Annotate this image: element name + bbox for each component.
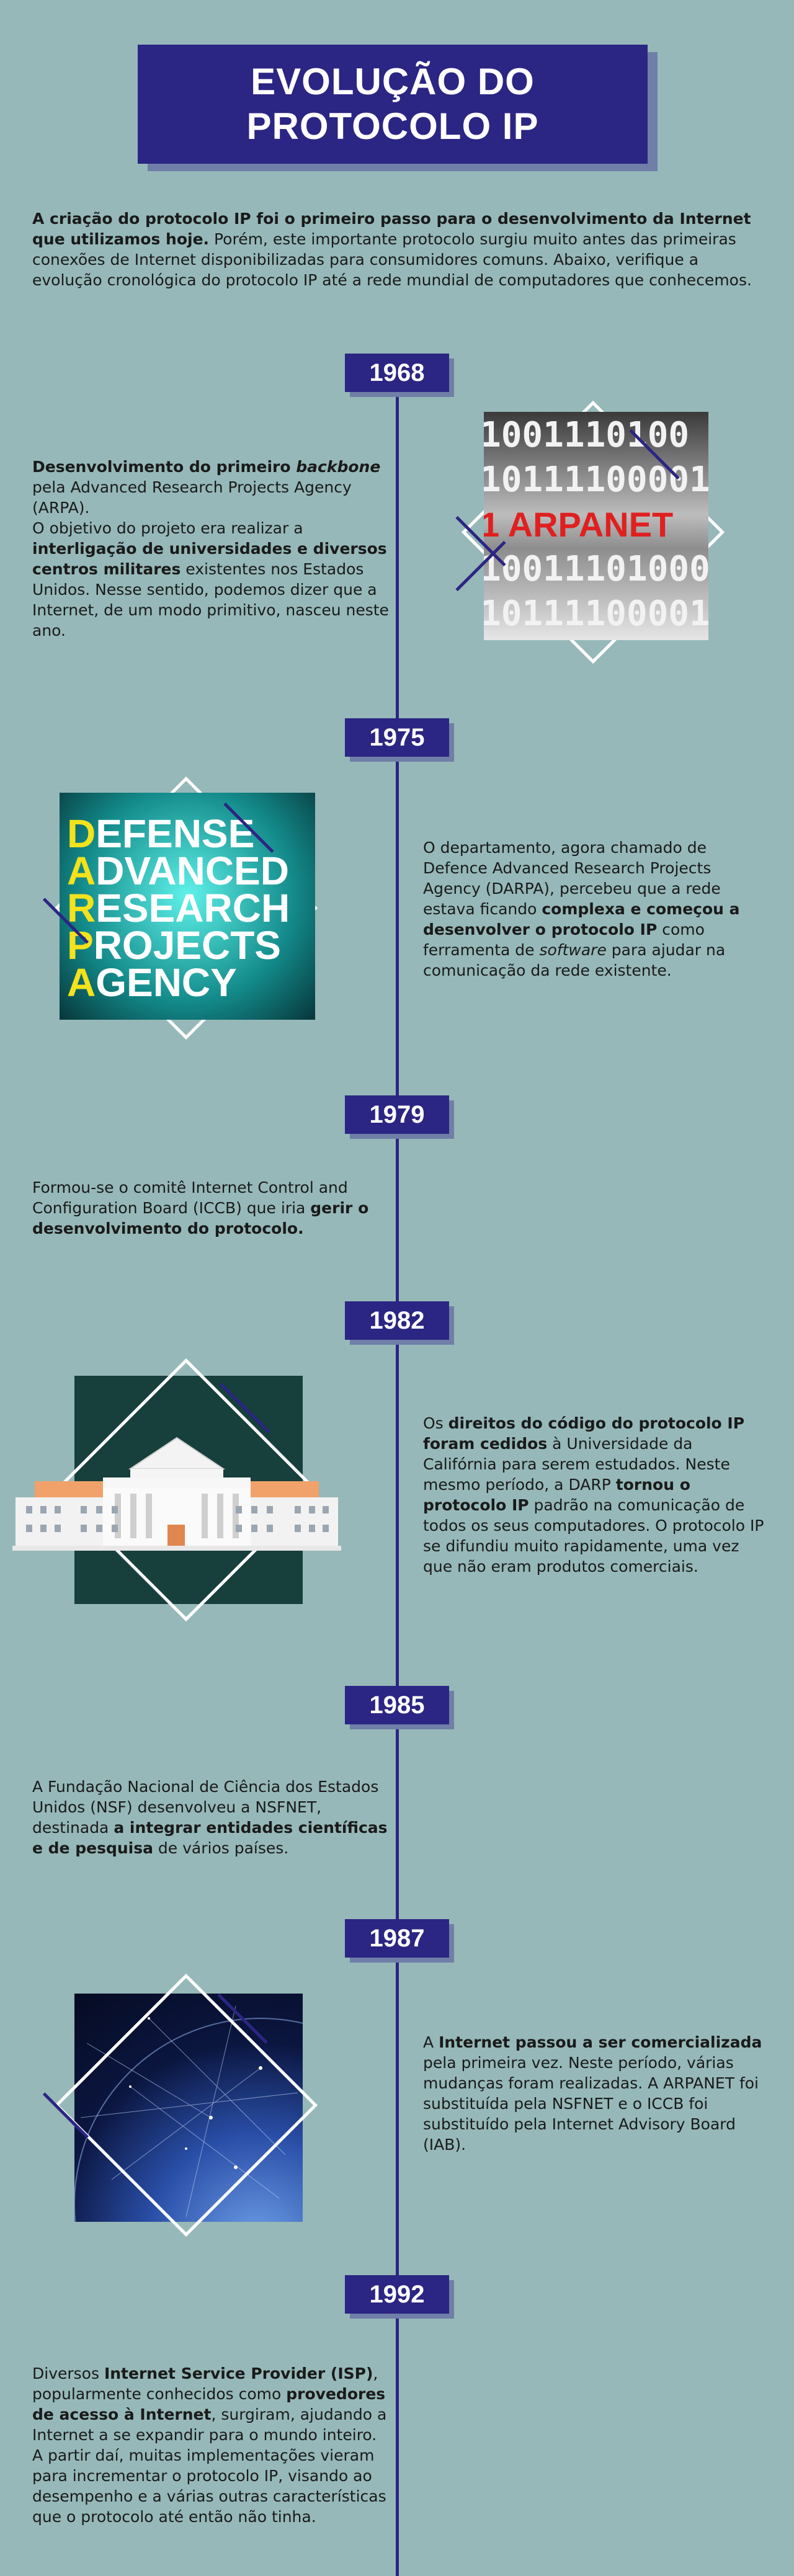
intro-paragraph: A criação do protocolo IP foi o primeiro… (32, 208, 770, 290)
event-1975-figure: DEFENSE ADVANCED RESEARCH PROJECTS AGENCY (35, 764, 332, 1050)
event-1968-a2: O objetivo do projeto era realizar a (32, 519, 303, 537)
darpa-word-row: PROJECTS (67, 925, 315, 965)
event-1968-r1: pela Advanced Research Projects Agency (… (32, 478, 352, 517)
arpanet-binary-line: 10111100001 (484, 460, 708, 500)
event-1987-a: A (423, 2033, 439, 2051)
university-building-icon (12, 1437, 341, 1551)
title-line-2: PROTOCOLO IP (246, 105, 539, 147)
event-1968-text: Desenvolvimento do primeiro backbone pel… (32, 457, 392, 641)
event-1968-bold1: Desenvolvimento do primeiro (32, 458, 297, 476)
event-1987-b: Internet passou a ser comercializada (439, 2033, 762, 2051)
darpa-word-row: ADVANCED (67, 851, 315, 891)
arpanet-image: 1001110100 10111100001 1 ARPANET 1001110100… (484, 412, 708, 640)
event-1992-b: Internet Service Provider (ISP) (104, 2364, 373, 2382)
event-1985-c: de vários países. (153, 1839, 289, 1857)
event-1982-a: Os (423, 1414, 448, 1432)
year-badge-1975: 1975 (345, 718, 449, 757)
event-1987-c: pela primeira vez. Neste período, várias… (423, 2054, 759, 2154)
event-1992-text: Diversos Internet Service Provider (ISP)… (32, 2363, 392, 2527)
darpa-word-row: AGENCY (67, 963, 315, 1002)
arpanet-binary-line: 10111100001 (484, 594, 708, 634)
event-1982-text: Os direitos do código do protocolo IP fo… (423, 1413, 770, 1577)
arpanet-binary-line: 1001110100 (484, 415, 690, 455)
event-1982-figure (12, 1345, 372, 1642)
page-title: EVOLUÇÃO DO PROTOCOLO IP (138, 45, 648, 164)
event-1968-figure: 1001110100 10111100001 1 ARPANET 1001110100… (447, 385, 732, 670)
darpa-word-row: DEFENSE (67, 814, 315, 853)
darpa-image: DEFENSE ADVANCED RESEARCH PROJECTS AGENCY (60, 793, 315, 1020)
timeline-line (396, 360, 399, 2576)
year-badge-1968: 1968 (345, 354, 449, 392)
arpanet-binary-line: 10011101000 (484, 549, 708, 589)
event-1987-text: A Internet passou a ser comercializada p… (423, 2032, 770, 2155)
darpa-initial: A (67, 960, 96, 1005)
year-badge-1979: 1979 (345, 1095, 449, 1134)
year-badge-1992: 1992 (345, 2275, 449, 2314)
event-1979-a: Formou-se o comitê Internet Control and … (32, 1179, 348, 1217)
darpa-word-row: RESEARCH (67, 888, 315, 928)
event-1968-italic: backbone (296, 458, 381, 476)
darpa-word: GENCY (96, 960, 237, 1005)
arpanet-binary-line: 1 ARPANET (484, 505, 674, 544)
event-1992-f: A partir daí, muitas implementações vier… (32, 2446, 386, 2526)
event-1992-a: Diversos (32, 2364, 104, 2382)
event-1985-text: A Fundação Nacional de Ciência dos Estad… (32, 1776, 392, 1858)
event-1987-figure (35, 1959, 447, 2391)
year-badge-1985: 1985 (345, 1686, 449, 1724)
year-badge-1987: 1987 (345, 1919, 449, 1958)
title-line-1: EVOLUÇÃO DO (251, 61, 535, 102)
event-1975-text: O departamento, agora chamado de Defence… (423, 837, 770, 981)
year-badge-1982: 1982 (345, 1301, 449, 1340)
event-1979-text: Formou-se o comitê Internet Control and … (32, 1177, 380, 1239)
event-1975-i: software (539, 941, 607, 959)
